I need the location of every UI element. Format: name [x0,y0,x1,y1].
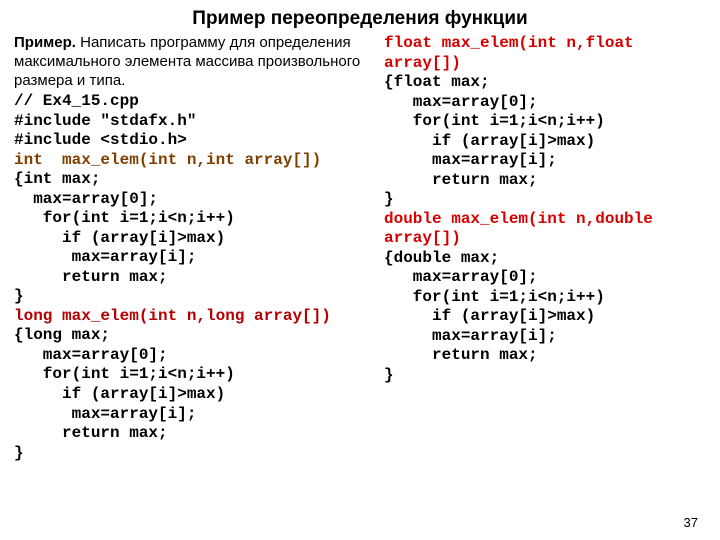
sig-int: int max_elem(int n,int array[]) [14,151,321,169]
code-line: for(int i=1;i<n;i++) [14,209,235,227]
code-line: return max; [384,171,538,189]
sig-long: long max_elem(int n,long array[]) [14,307,331,325]
code-line: {float max; [384,73,490,91]
code-line: } [384,190,394,208]
code-line: max=array[i]; [14,405,196,423]
code-line: if (array[i]>max) [384,307,595,325]
slide-title: Пример переопределения функции [0,0,720,30]
code-line: max=array[i]; [14,248,196,266]
right-column: float max_elem(int n,float array[]) {flo… [384,34,706,463]
code-line: return max; [384,346,538,364]
page-number: 37 [684,515,698,530]
code-line: if (array[i]>max) [384,132,595,150]
code-line: {int max; [14,170,100,188]
code-line: {long max; [14,326,110,344]
sig-float-2: array[]) [384,54,461,72]
code-line: max=array[0]; [384,93,538,111]
code-line: } [14,444,24,462]
code-line: // Ex4_15.cpp [14,92,139,110]
intro-bold: Пример. [14,34,76,51]
sig-float-1: float max_elem(int n,float [384,34,634,52]
sig-double-1: double max_elem(int n,double [384,210,653,228]
sig-double-2: array[]) [384,229,461,247]
code-line: max=array[0]; [384,268,538,286]
code-line: if (array[i]>max) [14,385,225,403]
code-line: max=array[0]; [14,190,158,208]
code-line: {double max; [384,249,499,267]
code-line: for(int i=1;i<n;i++) [14,365,235,383]
code-line: for(int i=1;i<n;i++) [384,288,605,306]
code-line: } [384,366,394,384]
code-line: return max; [14,268,168,286]
left-column: Пример. Написать программу для определен… [14,34,384,463]
code-line: for(int i=1;i<n;i++) [384,112,605,130]
code-line: max=array[i]; [384,327,557,345]
code-line: return max; [14,424,168,442]
code-line: max=array[i]; [384,151,557,169]
code-line: #include "stdafx.h" [14,112,196,130]
content-columns: Пример. Написать программу для определен… [0,30,720,463]
code-line: max=array[0]; [14,346,168,364]
code-line: #include <stdio.h> [14,131,187,149]
code-line: if (array[i]>max) [14,229,225,247]
intro-text: Пример. Написать программу для определен… [14,34,384,90]
code-line: } [14,287,24,305]
